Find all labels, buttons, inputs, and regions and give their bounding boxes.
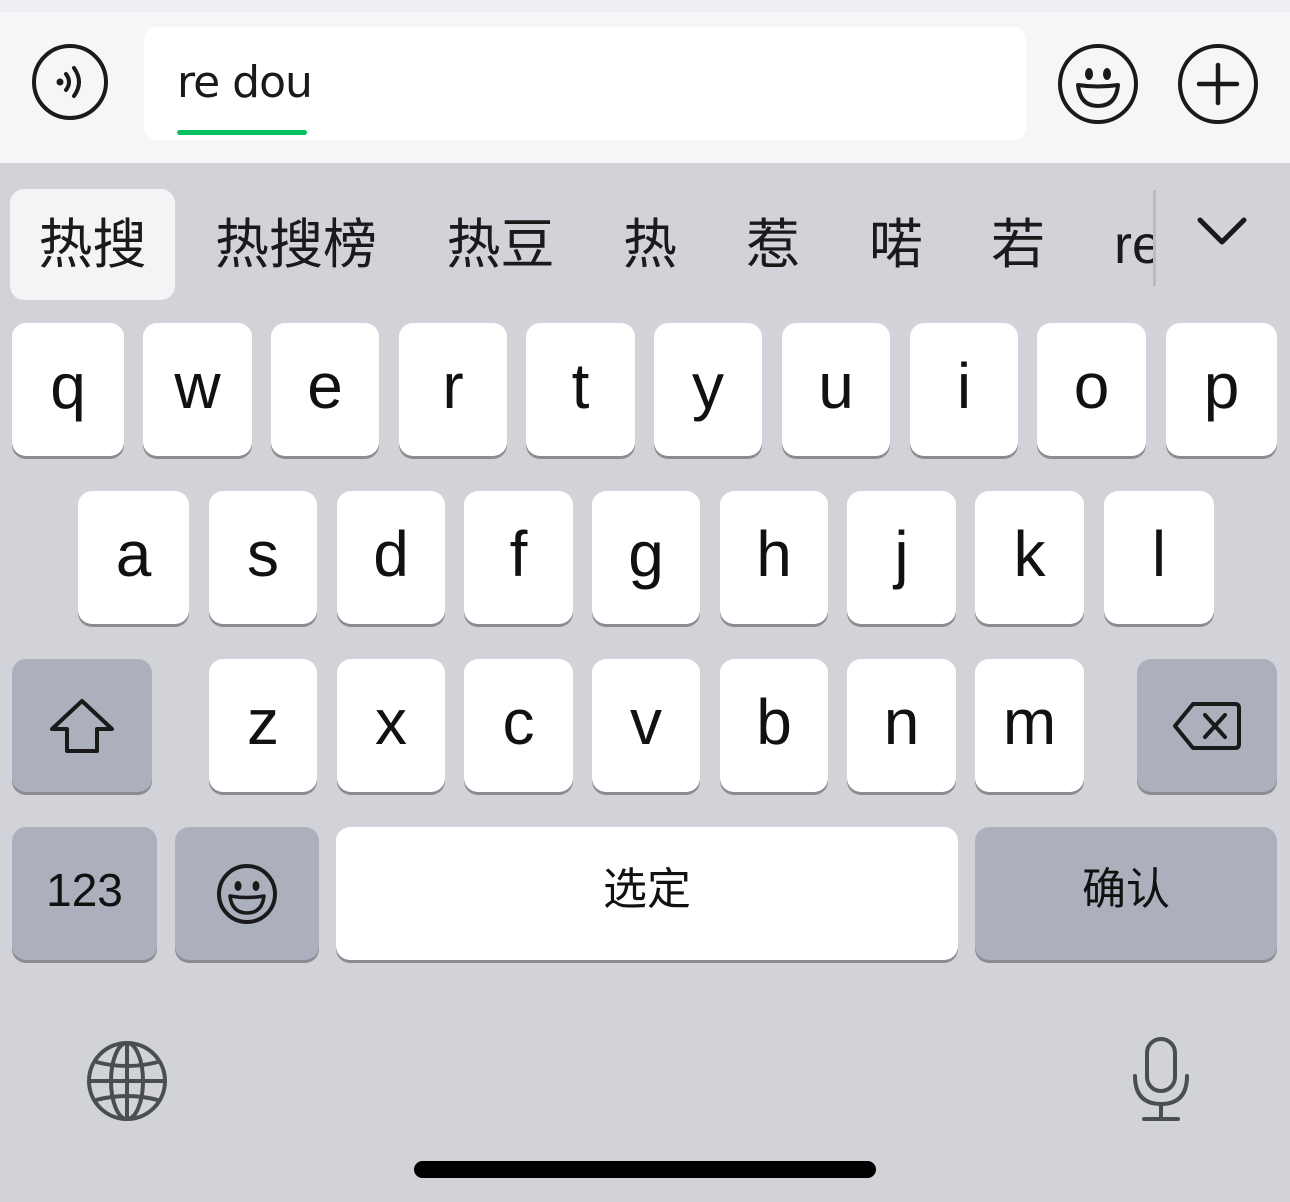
input-bar: re dou xyxy=(0,0,1290,163)
key-m[interactable]: m xyxy=(975,659,1084,792)
key-label: x xyxy=(375,685,407,758)
add-button[interactable] xyxy=(1178,44,1258,124)
key-label: t xyxy=(571,349,590,422)
confirm-key-label: 确认 xyxy=(1082,863,1170,915)
key-label: c xyxy=(502,685,535,758)
key-label: g xyxy=(628,517,664,590)
microphone-icon xyxy=(1133,1037,1189,1121)
key-i[interactable]: i xyxy=(910,323,1018,456)
voice-input-icon xyxy=(56,66,81,98)
backspace-icon xyxy=(1173,701,1241,750)
voice-input-button[interactable] xyxy=(32,44,108,120)
candidate-item[interactable]: 喏 xyxy=(858,189,934,300)
key-j[interactable]: j xyxy=(847,491,956,624)
space-key[interactable]: 选定 xyxy=(336,827,958,960)
key-label: r xyxy=(442,349,464,422)
emoji-key[interactable] xyxy=(175,827,319,960)
shift-key[interactable] xyxy=(12,659,152,792)
key-label: i xyxy=(956,349,972,422)
key-label: j xyxy=(894,517,909,590)
key-label: w xyxy=(174,349,221,422)
key-d[interactable]: d xyxy=(337,491,445,624)
numbers-key[interactable]: 123 xyxy=(12,827,157,960)
emoji-icon xyxy=(217,863,277,924)
key-h[interactable]: h xyxy=(720,491,828,624)
candidate-item[interactable]: 热搜榜 xyxy=(205,189,387,300)
key-u[interactable]: u xyxy=(782,323,890,456)
key-label: o xyxy=(1073,349,1110,422)
key-v[interactable]: v xyxy=(592,659,700,792)
key-label: k xyxy=(1013,517,1046,590)
shift-icon xyxy=(50,698,114,753)
key-k[interactable]: k xyxy=(975,491,1084,624)
key-label: q xyxy=(50,349,86,422)
numbers-key-label: 123 xyxy=(46,863,123,916)
key-c[interactable]: c xyxy=(464,659,573,792)
key-a[interactable]: a xyxy=(78,491,189,624)
key-label: b xyxy=(756,685,792,758)
candidate-partial-text: re xyxy=(1114,214,1154,275)
key-s[interactable]: s xyxy=(209,491,317,624)
key-b[interactable]: b xyxy=(720,659,828,792)
key-r[interactable]: r xyxy=(399,323,507,456)
key-label: y xyxy=(692,349,724,422)
key-label: s xyxy=(247,517,279,590)
key-label: m xyxy=(1002,685,1057,758)
key-label: z xyxy=(247,685,279,758)
candidate-divider xyxy=(1153,190,1156,286)
home-indicator xyxy=(414,1161,876,1178)
key-x[interactable]: x xyxy=(337,659,445,792)
composing-text: re dou xyxy=(177,57,313,108)
key-y[interactable]: y xyxy=(654,323,762,456)
key-label: f xyxy=(509,517,528,590)
key-label: e xyxy=(307,349,343,422)
key-label: l xyxy=(1151,517,1167,590)
globe-icon xyxy=(87,1041,167,1121)
key-q[interactable]: q xyxy=(12,323,124,456)
key-p[interactable]: p xyxy=(1166,323,1277,456)
emoji-icon xyxy=(1076,68,1120,108)
globe-button[interactable] xyxy=(86,1040,168,1122)
backspace-key[interactable] xyxy=(1137,659,1277,792)
candidate-item[interactable]: 热 xyxy=(612,189,688,300)
plus-icon xyxy=(1196,62,1240,106)
key-label: v xyxy=(630,685,662,758)
space-key-label: 选定 xyxy=(603,863,691,915)
key-label: p xyxy=(1203,349,1240,422)
key-z[interactable]: z xyxy=(209,659,317,792)
key-l[interactable]: l xyxy=(1104,491,1214,624)
key-n[interactable]: n xyxy=(847,659,956,792)
confirm-key[interactable]: 确认 xyxy=(975,827,1277,960)
message-input[interactable]: re dou xyxy=(144,27,1026,140)
dictation-button[interactable] xyxy=(1130,1036,1192,1124)
input-bar-top-strip xyxy=(0,0,1290,12)
key-w[interactable]: w xyxy=(143,323,252,456)
key-label: u xyxy=(818,349,854,422)
key-label: d xyxy=(373,517,409,590)
expand-candidates-button[interactable] xyxy=(1190,210,1254,254)
candidate-bar: 热搜 热搜榜 热豆 热 惹 喏 若 re xyxy=(0,163,1290,313)
candidate-item[interactable]: 惹 xyxy=(735,189,811,300)
key-t[interactable]: t xyxy=(526,323,635,456)
key-label: h xyxy=(756,517,792,590)
candidate-item[interactable]: 热豆 xyxy=(438,189,563,300)
key-o[interactable]: o xyxy=(1037,323,1146,456)
candidate-item-partial[interactable]: re xyxy=(1100,189,1154,300)
composing-underline xyxy=(177,130,307,135)
key-g[interactable]: g xyxy=(592,491,700,624)
key-label: a xyxy=(115,517,152,590)
key-f[interactable]: f xyxy=(464,491,573,624)
emoji-button[interactable] xyxy=(1058,44,1138,124)
chevron-down-icon xyxy=(1197,217,1247,245)
candidate-item[interactable]: 热搜 xyxy=(10,189,175,300)
key-label: n xyxy=(883,685,920,758)
key-e[interactable]: e xyxy=(271,323,379,456)
candidate-item[interactable]: 若 xyxy=(980,189,1056,300)
